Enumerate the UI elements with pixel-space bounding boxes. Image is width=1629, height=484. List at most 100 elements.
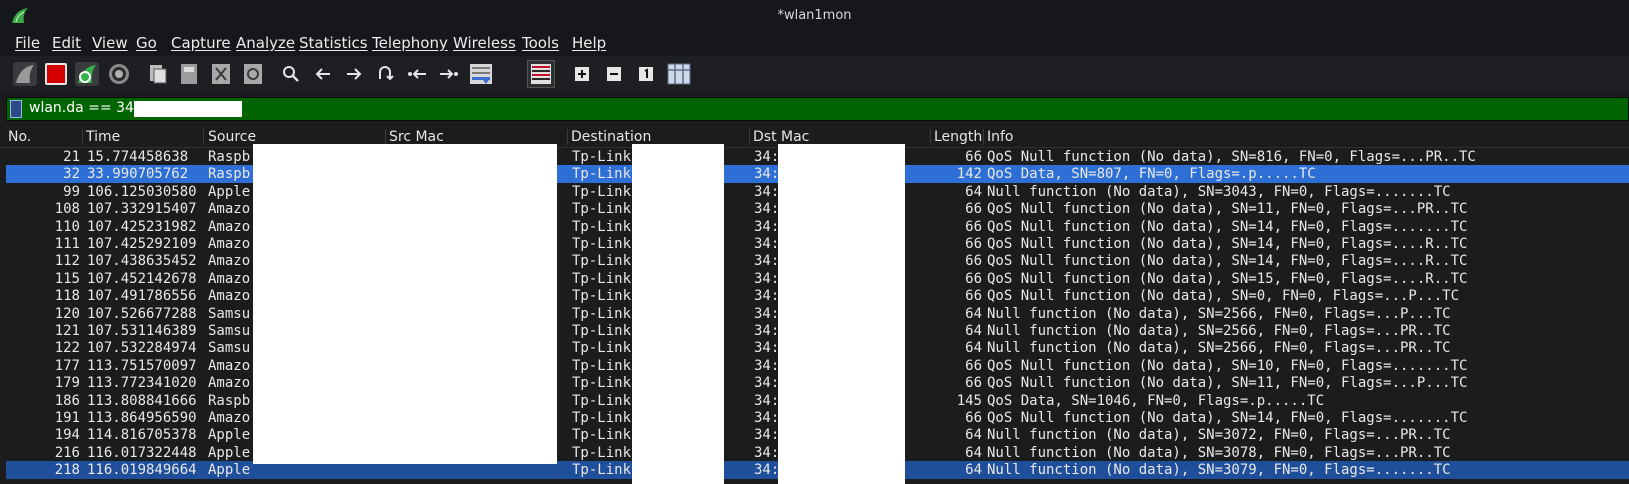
packet-cell-no: 179: [54, 375, 80, 392]
column-header-destination[interactable]: Destination: [571, 129, 651, 145]
window-title: *wlan1mon: [777, 8, 852, 23]
menu-file[interactable]: File: [15, 34, 40, 52]
packet-cell-dst-mac: 34:: [754, 305, 780, 322]
packet-cell-time: 107.425231982: [87, 218, 197, 235]
shark-fin-icon[interactable]: [12, 61, 38, 87]
menu-tools[interactable]: Tools: [522, 34, 559, 52]
display-filter-input[interactable]: wlan.da == 34:: [29, 100, 139, 116]
menu-view[interactable]: View: [92, 34, 128, 52]
save-file-icon[interactable]: [176, 61, 202, 87]
packet-cell-info: QoS Null function (No data), SN=10, FN=0…: [987, 357, 1468, 374]
reload-file-icon[interactable]: [240, 61, 266, 87]
menu-go[interactable]: Go: [136, 34, 157, 52]
packet-cell-source: Amazo: [208, 288, 251, 305]
redacted-area: [778, 144, 905, 484]
column-header-dst-mac[interactable]: Dst Mac: [753, 129, 809, 145]
packet-cell-source: Amazo: [208, 410, 251, 426]
packet-cell-length: 64: [965, 462, 982, 479]
go-to-packet-icon[interactable]: [372, 61, 398, 87]
packet-cell-info: QoS Null function (No data), SN=0, FN=0,…: [987, 288, 1460, 305]
find-packet-icon[interactable]: [278, 61, 304, 87]
packet-cell-no: 194: [54, 427, 80, 444]
packet-cell-source: Raspb: [208, 166, 251, 183]
packet-cell-source: Amazo: [208, 357, 251, 374]
packet-cell-info: QoS Null function (No data), SN=11, FN=0…: [987, 201, 1468, 218]
packet-cell-destination: Tp-Link: [572, 357, 632, 374]
packet-cell-length: 66: [965, 270, 982, 287]
normal-size-icon[interactable]: [633, 61, 659, 87]
column-header-no[interactable]: No.: [8, 129, 31, 145]
packet-cell-time: 113.751570097: [87, 357, 197, 374]
column-header-time[interactable]: Time: [86, 129, 120, 145]
packet-cell-destination: Tp-Link: [572, 218, 632, 235]
go-back-icon[interactable]: [310, 61, 336, 87]
column-header-length[interactable]: Length: [934, 129, 982, 145]
packet-cell-info: Null function (No data), SN=2566, FN=0, …: [987, 340, 1451, 357]
stop-capture-icon[interactable]: [43, 61, 69, 87]
packet-cell-time: 15.774458638: [87, 149, 189, 165]
packet-cell-dst-mac: 34:: [754, 340, 780, 357]
go-forward-icon[interactable]: [341, 61, 367, 87]
open-file-icon[interactable]: [145, 61, 171, 87]
packet-cell-dst-mac: 34:: [754, 375, 780, 392]
column-separator[interactable]: [385, 129, 386, 145]
column-separator[interactable]: [749, 129, 750, 145]
restart-capture-icon[interactable]: [74, 61, 100, 87]
column-header-src-mac[interactable]: Src Mac: [389, 129, 444, 145]
filter-bookmark-icon[interactable]: [10, 100, 22, 118]
packet-cell-no: 21: [63, 149, 80, 165]
autoscroll-icon[interactable]: [468, 61, 494, 87]
redacted-area: [253, 144, 557, 464]
packet-cell-time: 107.526677288: [87, 305, 197, 322]
packet-cell-source: Amazo: [208, 375, 251, 392]
packet-cell-dst-mac: 34:: [754, 427, 780, 444]
menu-help[interactable]: Help: [572, 34, 606, 52]
column-header-source[interactable]: Source: [208, 129, 256, 145]
packet-cell-source: Amazo: [208, 270, 251, 287]
column-separator[interactable]: [983, 129, 984, 145]
packet-cell-time: 107.532284974: [87, 340, 197, 357]
packet-cell-length: 64: [965, 305, 982, 322]
column-separator[interactable]: [82, 129, 83, 145]
resize-columns-icon[interactable]: [666, 61, 692, 87]
column-separator[interactable]: [567, 129, 568, 145]
colorize-icon[interactable]: [527, 60, 555, 88]
packet-cell-destination: Tp-Link: [572, 340, 632, 357]
column-header-info[interactable]: Info: [987, 129, 1014, 145]
packet-cell-dst-mac: 34:: [754, 166, 780, 183]
packet-cell-source: Samsu: [208, 340, 251, 357]
packet-cell-no: 191: [54, 410, 80, 426]
packet-cell-info: QoS Null function (No data), SN=14, FN=0…: [987, 253, 1468, 270]
column-separator[interactable]: [930, 129, 931, 145]
menu-capture[interactable]: Capture: [171, 34, 231, 52]
packet-cell-source: Raspb: [208, 149, 251, 165]
packet-cell-dst-mac: 34:: [754, 236, 780, 252]
menu-edit[interactable]: Edit: [52, 34, 81, 52]
packet-cell-time: 113.864956590: [87, 410, 197, 426]
display-filter-bar[interactable]: wlan.da == 34:: [6, 97, 1629, 121]
zoom-in-icon[interactable]: [569, 61, 595, 87]
menu-telephony[interactable]: Telephony: [372, 34, 448, 52]
packet-cell-time: 107.438635452: [87, 253, 197, 270]
zoom-out-icon[interactable]: [601, 61, 627, 87]
menu-analyze[interactable]: Analyze: [236, 34, 295, 52]
packet-cell-source: Apple: [208, 183, 251, 200]
capture-options-icon[interactable]: [106, 61, 132, 87]
packet-cell-dst-mac: 34:: [754, 253, 780, 270]
packet-cell-no: 186: [54, 392, 80, 409]
menu-wireless[interactable]: Wireless: [453, 34, 516, 52]
packet-cell-destination: Tp-Link: [572, 444, 632, 461]
packet-cell-time: 114.816705378: [87, 427, 197, 444]
packet-cell-no: 99: [63, 183, 80, 200]
first-packet-icon[interactable]: [404, 61, 430, 87]
packet-cell-destination: Tp-Link: [572, 149, 632, 165]
packet-cell-info: QoS Null function (No data), SN=14, FN=0…: [987, 218, 1468, 235]
last-packet-icon[interactable]: [436, 61, 462, 87]
packet-cell-dst-mac: 34:: [754, 183, 780, 200]
menu-statistics[interactable]: Statistics: [299, 34, 368, 52]
packet-cell-source: Apple: [208, 462, 251, 479]
close-file-icon[interactable]: [208, 61, 234, 87]
packet-cell-time: 33.990705762: [87, 166, 189, 183]
column-separator[interactable]: [203, 129, 204, 145]
packet-cell-info: Null function (No data), SN=3043, FN=0, …: [987, 183, 1451, 200]
